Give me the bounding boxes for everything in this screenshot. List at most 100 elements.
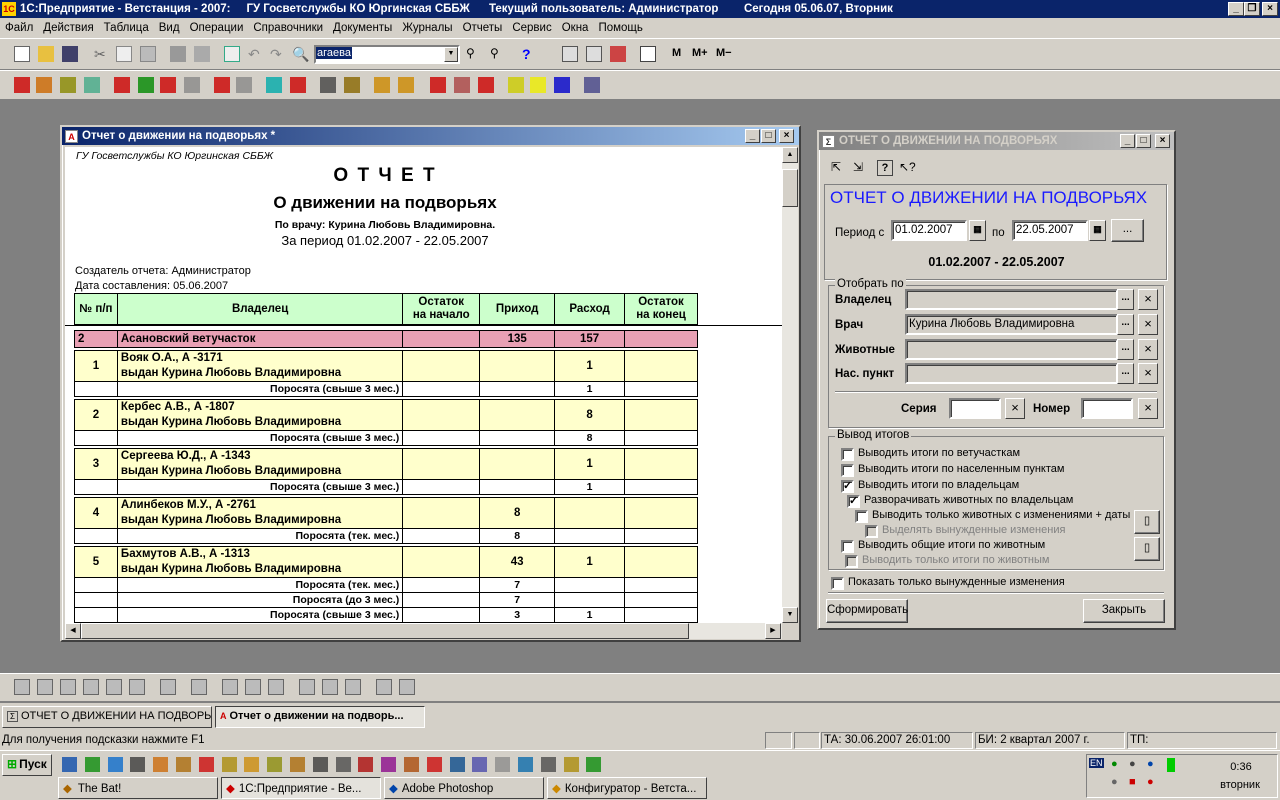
quick-launch-icon-13[interactable] xyxy=(358,757,374,772)
report-window-titlebar[interactable]: A Отчет о движении на подворьях * xyxy=(62,127,799,145)
table-icon[interactable] xyxy=(454,77,470,93)
arrow-right-icon[interactable] xyxy=(138,77,154,93)
window-tab-form[interactable]: Σ ОТЧЕТ О ДВИЖЕНИИ НА ПОДВОРЬЯХ xyxy=(2,706,212,728)
clock-time[interactable]: 0:36 xyxy=(1211,761,1271,773)
form-close-button[interactable]: × xyxy=(1155,134,1170,148)
stamp-icon[interactable] xyxy=(14,77,30,93)
settings-button-1[interactable]: ▯ xyxy=(1134,510,1160,534)
scroll-up-icon[interactable]: ▲ xyxy=(782,147,798,163)
forward-icon[interactable] xyxy=(114,77,130,93)
task-thebat[interactable]: ◆ The Bat! xyxy=(58,777,218,799)
ruler-icon[interactable] xyxy=(345,679,361,695)
tray-icon-5[interactable]: ● xyxy=(1111,776,1118,788)
workers-icon[interactable] xyxy=(36,77,52,93)
number-input[interactable] xyxy=(1081,398,1133,419)
grid-lines-icon[interactable] xyxy=(399,679,415,695)
ole-icon[interactable] xyxy=(106,679,122,695)
menu-item-11[interactable]: Помощь xyxy=(593,22,647,34)
checkbox-8[interactable] xyxy=(831,577,844,590)
doctor-clear-icon[interactable]: × xyxy=(1138,314,1158,335)
quick-launch-icon-10[interactable] xyxy=(290,757,305,772)
quick-launch-icon-19[interactable] xyxy=(495,757,511,772)
hscroll-thumb[interactable] xyxy=(81,623,689,639)
quick-launch-icon-1[interactable] xyxy=(84,757,100,772)
calendar-icon[interactable] xyxy=(586,46,602,62)
quick-launch-icon-3[interactable] xyxy=(130,757,146,772)
scroll-down-icon[interactable]: ▼ xyxy=(782,607,798,623)
report-hscroll[interactable]: ◀ ▶ xyxy=(65,623,782,639)
quick-launch-icon-7[interactable] xyxy=(221,757,237,772)
copy-doc-icon[interactable] xyxy=(266,77,282,93)
text-box-icon[interactable] xyxy=(60,679,76,695)
animals-select-button[interactable]: ... xyxy=(1117,339,1134,360)
group-icon[interactable] xyxy=(129,679,145,695)
tray-icon-2[interactable]: ● xyxy=(1129,758,1136,770)
quick-launch-icon-6[interactable] xyxy=(198,757,214,772)
scroll-right-icon[interactable]: ▶ xyxy=(765,623,781,639)
memory-minus-button[interactable]: M− xyxy=(716,47,732,59)
menu-item-4[interactable]: Операции xyxy=(185,22,249,34)
calculator-icon[interactable] xyxy=(562,46,578,62)
series-clear-icon[interactable]: × xyxy=(1005,398,1025,419)
owner-clear-icon[interactable]: × xyxy=(1138,289,1158,310)
lang-indicator[interactable]: EN xyxy=(1089,758,1104,768)
window-tab-report[interactable]: A Отчет о движении на подворь... xyxy=(215,706,425,728)
line-icon[interactable] xyxy=(14,679,30,695)
open-icon[interactable] xyxy=(38,46,54,62)
tray-indicator-icon[interactable] xyxy=(1167,758,1175,772)
new-icon[interactable] xyxy=(14,46,30,62)
memory-button[interactable]: M xyxy=(672,47,681,59)
menu-item-3[interactable]: Вид xyxy=(154,22,185,34)
settings-button-2[interactable]: ▯ xyxy=(1134,537,1160,561)
picture-icon[interactable] xyxy=(83,679,99,695)
minimize-button[interactable]: _ xyxy=(1228,2,1244,16)
form-save-icon[interactable]: ⇲ xyxy=(853,160,869,176)
task-configurator[interactable]: ◆ Конфигуратор - Ветста... xyxy=(547,777,707,799)
quick-launch-icon-12[interactable] xyxy=(335,757,351,772)
find-prev-icon[interactable]: ⚲ xyxy=(490,46,506,62)
number-clear-icon[interactable]: × xyxy=(1138,398,1158,419)
locality-clear-icon[interactable]: × xyxy=(1138,363,1158,384)
subgroup-icon[interactable] xyxy=(191,679,207,695)
report-vscroll[interactable]: ▲ ▼ xyxy=(782,147,798,623)
diamond-icon[interactable] xyxy=(508,77,524,93)
find-next-icon[interactable]: ⚲ xyxy=(466,46,482,62)
menu-item-9[interactable]: Сервис xyxy=(507,22,556,34)
quick-launch-icon-11[interactable] xyxy=(312,757,328,772)
binoculars-icon[interactable]: 🔍 xyxy=(292,46,309,62)
doctor-select-button[interactable]: ... xyxy=(1117,314,1134,335)
checkbox-7[interactable] xyxy=(845,555,858,568)
tree-icon[interactable] xyxy=(268,679,284,695)
quick-launch-icon-21[interactable] xyxy=(540,757,556,772)
form-minimize-button[interactable]: _ xyxy=(1120,134,1135,148)
animals-clear-icon[interactable]: × xyxy=(1138,339,1158,360)
period-select-button[interactable]: ... xyxy=(1111,219,1144,242)
cert-icon[interactable] xyxy=(60,77,76,93)
users-icon[interactable] xyxy=(320,77,336,93)
report-minimize-button[interactable]: _ xyxy=(745,129,760,143)
undo-icon[interactable]: ↶ xyxy=(248,46,264,62)
quick-launch-icon-23[interactable] xyxy=(586,757,602,772)
arrow-right-red-icon[interactable] xyxy=(160,77,176,93)
checkbox-2[interactable]: ✓ xyxy=(841,480,854,493)
bracket-left-icon[interactable] xyxy=(222,679,238,695)
tray-icon-3[interactable]: ● xyxy=(1147,758,1154,770)
menu-item-1[interactable]: Действия xyxy=(38,22,98,34)
quick-launch-icon-17[interactable] xyxy=(449,757,465,772)
print-preview-icon[interactable] xyxy=(194,46,210,62)
form-maximize-button[interactable]: □ xyxy=(1136,134,1151,148)
redo-icon[interactable]: ↷ xyxy=(270,46,286,62)
quick-launch-icon-22[interactable] xyxy=(563,757,579,772)
quick-launch-icon-5[interactable] xyxy=(176,757,191,772)
hands-icon[interactable] xyxy=(374,77,390,93)
task-photoshop[interactable]: ◆ Adobe Photoshop xyxy=(384,777,544,799)
date-from-input[interactable]: 01.02.2007 xyxy=(891,220,967,241)
arrow-left-icon[interactable] xyxy=(214,77,230,93)
rectangle-icon[interactable] xyxy=(37,679,53,695)
tool-icon[interactable] xyxy=(610,46,626,62)
search-combo[interactable]: агаева ▼ xyxy=(314,45,460,64)
book-icon[interactable] xyxy=(640,46,656,62)
paste-icon[interactable] xyxy=(140,46,156,62)
memory-plus-button[interactable]: M+ xyxy=(692,47,708,59)
quick-launch-icon-15[interactable] xyxy=(404,757,419,772)
